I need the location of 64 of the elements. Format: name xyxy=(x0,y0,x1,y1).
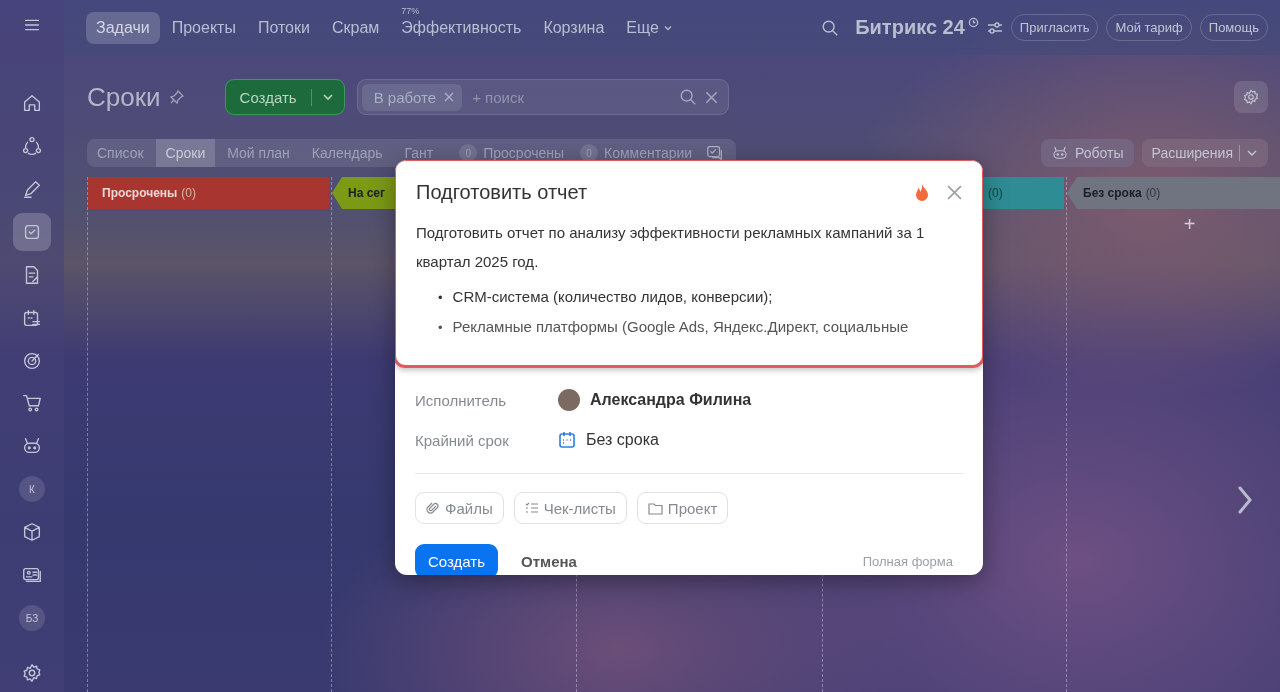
attachment-button[interactable]: Проект xyxy=(636,492,729,524)
search-field[interactable]: В работе + поиск xyxy=(356,79,729,115)
nav-tab[interactable]: Задачи xyxy=(86,11,160,44)
create-button[interactable]: Создать xyxy=(415,544,498,575)
bullet: • xyxy=(438,289,443,307)
view-tab[interactable]: Сроки xyxy=(155,139,216,167)
calendar-icon[interactable] xyxy=(558,431,576,449)
checklist-icon xyxy=(524,501,539,515)
bullet: • xyxy=(438,319,443,337)
field-label: Исполнитель xyxy=(415,391,507,409)
page-title: Сроки xyxy=(87,81,161,113)
flame-icon[interactable] xyxy=(913,182,931,203)
filter-chip[interactable]: В работе xyxy=(361,83,463,111)
counter-label[interactable]: Просрочены xyxy=(483,145,564,161)
chat-check-icon[interactable] xyxy=(706,144,725,162)
attachment-button[interactable]: Чек-листы xyxy=(513,492,627,524)
cancel-button[interactable]: Отмена xyxy=(508,544,590,575)
people-icon xyxy=(21,134,43,157)
column-header: Без срока (0) xyxy=(1067,177,1280,209)
pin-icon[interactable] xyxy=(168,89,185,105)
chevron-right-icon[interactable] xyxy=(1236,485,1254,515)
folder-icon xyxy=(647,501,663,515)
sliders-icon[interactable] xyxy=(986,20,1003,35)
view-tab[interactable]: Мой план xyxy=(217,139,300,167)
column-header: Просрочены (0) xyxy=(88,177,329,209)
view-tab[interactable]: Список xyxy=(87,139,154,167)
sidebar-item[interactable] xyxy=(13,212,51,251)
robot-icon xyxy=(1051,144,1070,162)
nav-tab[interactable]: Скрам xyxy=(321,11,390,44)
settings-button[interactable] xyxy=(1234,81,1268,113)
avatar xyxy=(558,389,580,411)
task-description[interactable]: Подготовить отчет по анализу эффективности рекламных кампаний за 1 квартал 2025 год. xyxy=(416,218,962,276)
sidebar-item[interactable]: БЗ xyxy=(19,605,45,632)
view-tab[interactable]: Календарь xyxy=(301,139,393,167)
full-form-link[interactable]: Полная форма xyxy=(862,553,953,569)
field-value[interactable]: Александра Филина xyxy=(590,391,752,409)
extensions-button[interactable]: Расширения xyxy=(1141,139,1268,167)
paperclip-icon xyxy=(426,501,440,515)
settings-icon xyxy=(21,662,43,685)
caret-icon[interactable] xyxy=(321,91,334,103)
nav-tab[interactable]: Еще xyxy=(616,11,683,44)
robots-button[interactable]: Роботы xyxy=(1041,139,1134,167)
cube-icon xyxy=(21,521,43,544)
close-icon[interactable] xyxy=(947,185,962,200)
add-task-button[interactable]: + xyxy=(1183,213,1196,236)
list-item: CRM-система (количество лидов, конверсии); xyxy=(452,287,773,307)
create-button[interactable]: Создать xyxy=(224,79,345,115)
sidebar-item[interactable]: К xyxy=(19,476,45,503)
close-icon[interactable] xyxy=(704,90,718,104)
percent-label: 77% xyxy=(401,5,420,16)
logo[interactable]: Битрикс 24 xyxy=(855,16,965,39)
field-value[interactable]: Без срока xyxy=(586,431,659,449)
settings-icon xyxy=(1242,88,1260,106)
counter-label[interactable]: Комментарии xyxy=(604,145,693,161)
nav-tab[interactable]: Проекты xyxy=(161,11,246,44)
field-label: Крайний срок xyxy=(415,431,510,449)
search-icon[interactable] xyxy=(821,18,840,37)
search-icon[interactable] xyxy=(678,88,697,106)
clock-icon xyxy=(967,17,979,28)
list-item: Рекламные платформы (Google Ads, Яндекс.Директ, социальные xyxy=(452,317,909,337)
attachment-button[interactable]: Файлы xyxy=(415,492,504,524)
nav-tab[interactable]: Корзина xyxy=(533,11,615,44)
nav-tab[interactable]: Потоки xyxy=(247,11,320,44)
close-icon[interactable] xyxy=(444,92,455,102)
